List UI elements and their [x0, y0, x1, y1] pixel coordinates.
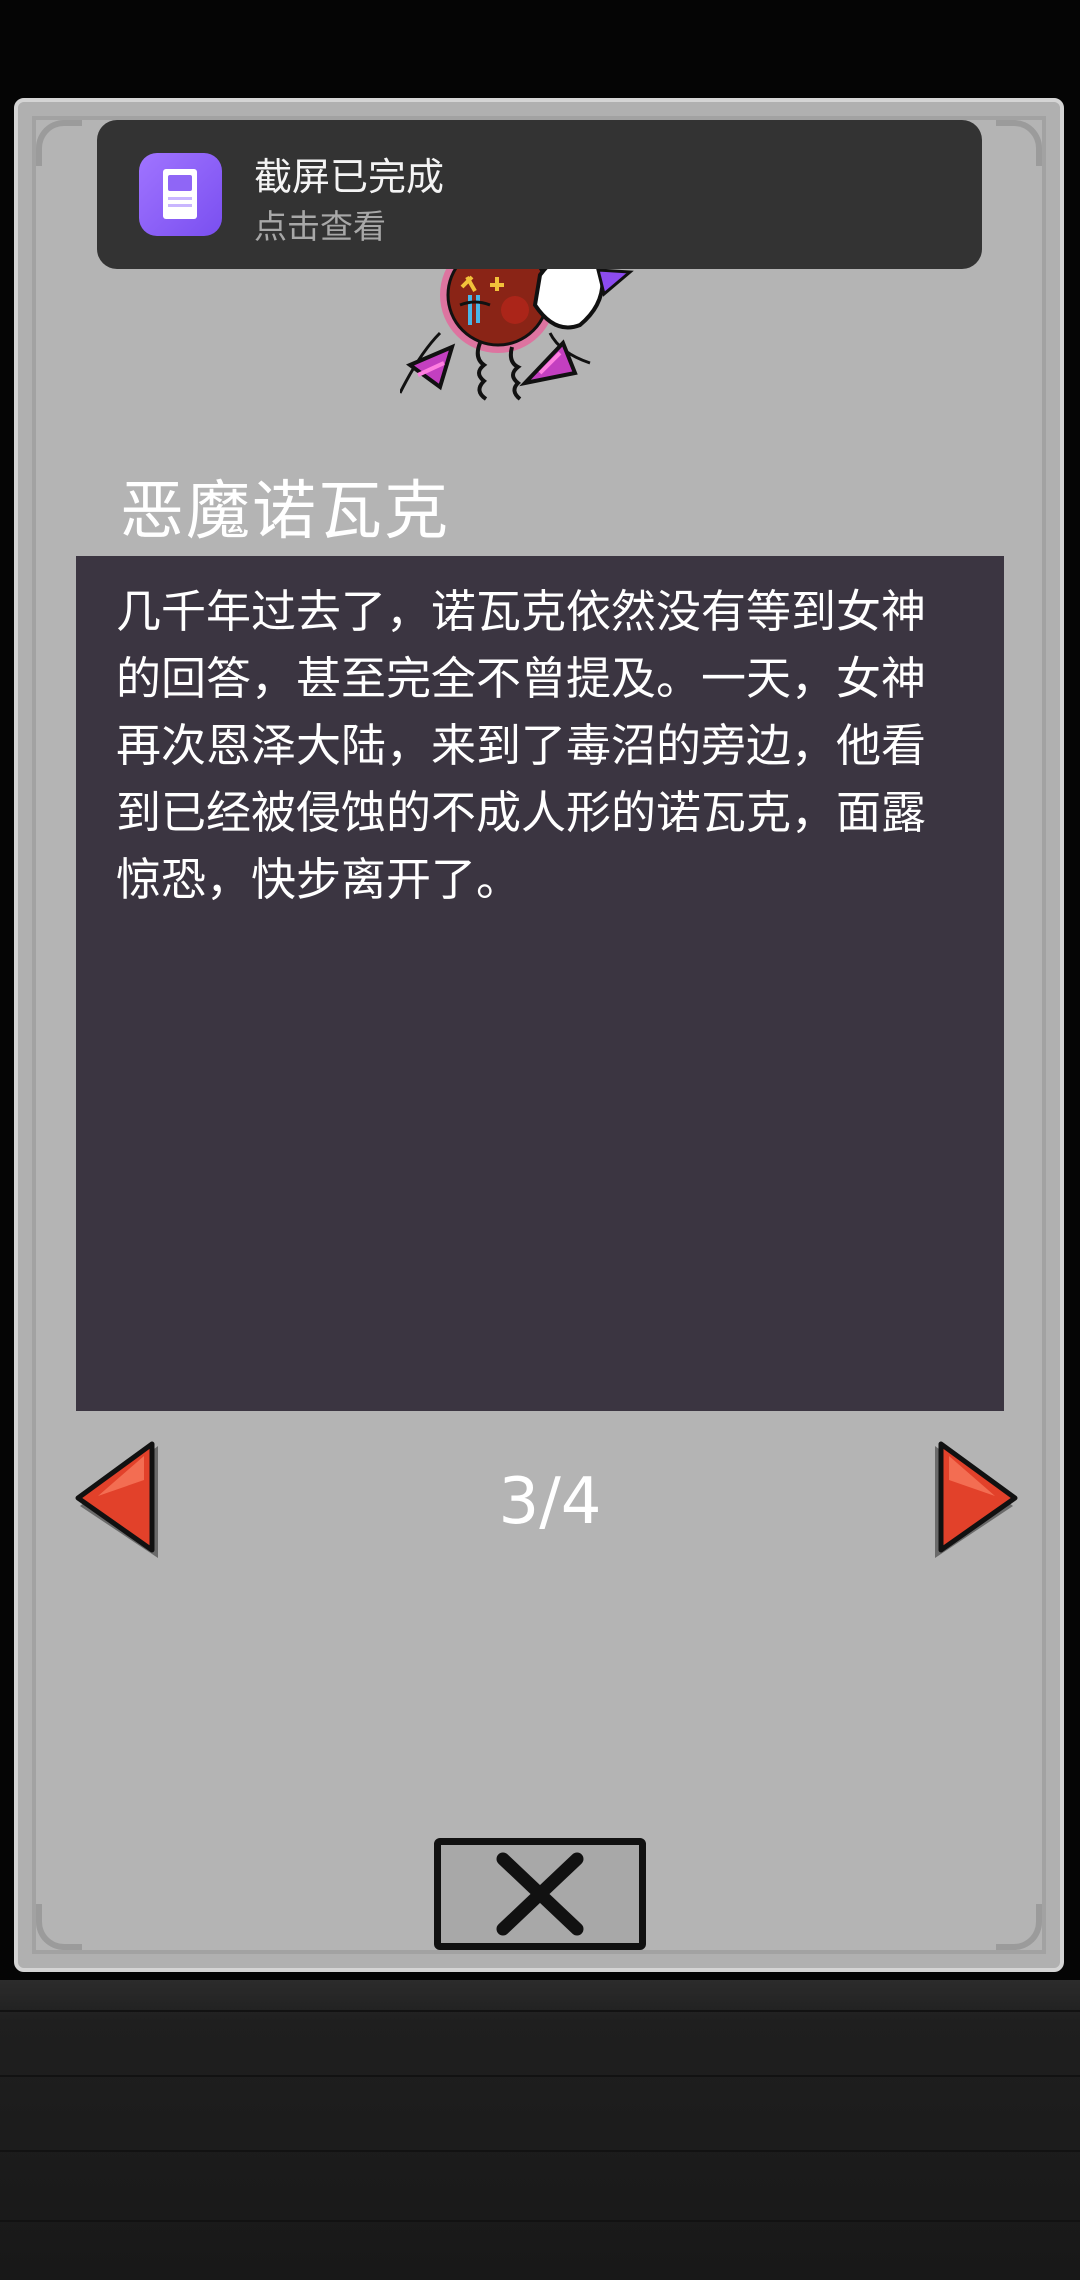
panel-corner-top-left: [36, 120, 82, 166]
panel-corner-top-right: [996, 120, 1042, 166]
story-text-box: 几千年过去了，诺瓦克依然没有等到女神的回答，甚至完全不曾提及。一天，女神再次恩泽…: [76, 556, 1004, 1411]
screenshot-icon: [139, 153, 222, 236]
screenshot-notification[interactable]: 截屏已完成 点击查看: [97, 120, 982, 269]
floor-background: [0, 1980, 1080, 2280]
panel-corner-bottom-right: [996, 1904, 1042, 1950]
game-screen: 恶魔诺瓦克 几千年过去了，诺瓦克依然没有等到女神的回答，甚至完全不曾提及。一天，…: [0, 0, 1080, 2280]
arrow-right-icon[interactable]: [931, 1440, 1019, 1564]
arrow-left-icon[interactable]: [74, 1440, 162, 1564]
page-indicator: 3/4: [498, 1465, 602, 1539]
notification-title: 截屏已完成: [254, 155, 445, 199]
character-name: 恶魔诺瓦克: [120, 475, 450, 549]
story-text: 几千年过去了，诺瓦克依然没有等到女神的回答，甚至完全不曾提及。一天，女神再次恩泽…: [116, 585, 927, 906]
notification-subtitle: 点击查看: [254, 207, 386, 246]
panel-corner-bottom-left: [36, 1904, 82, 1950]
close-icon: [496, 1852, 584, 1936]
close-button[interactable]: [434, 1838, 646, 1950]
